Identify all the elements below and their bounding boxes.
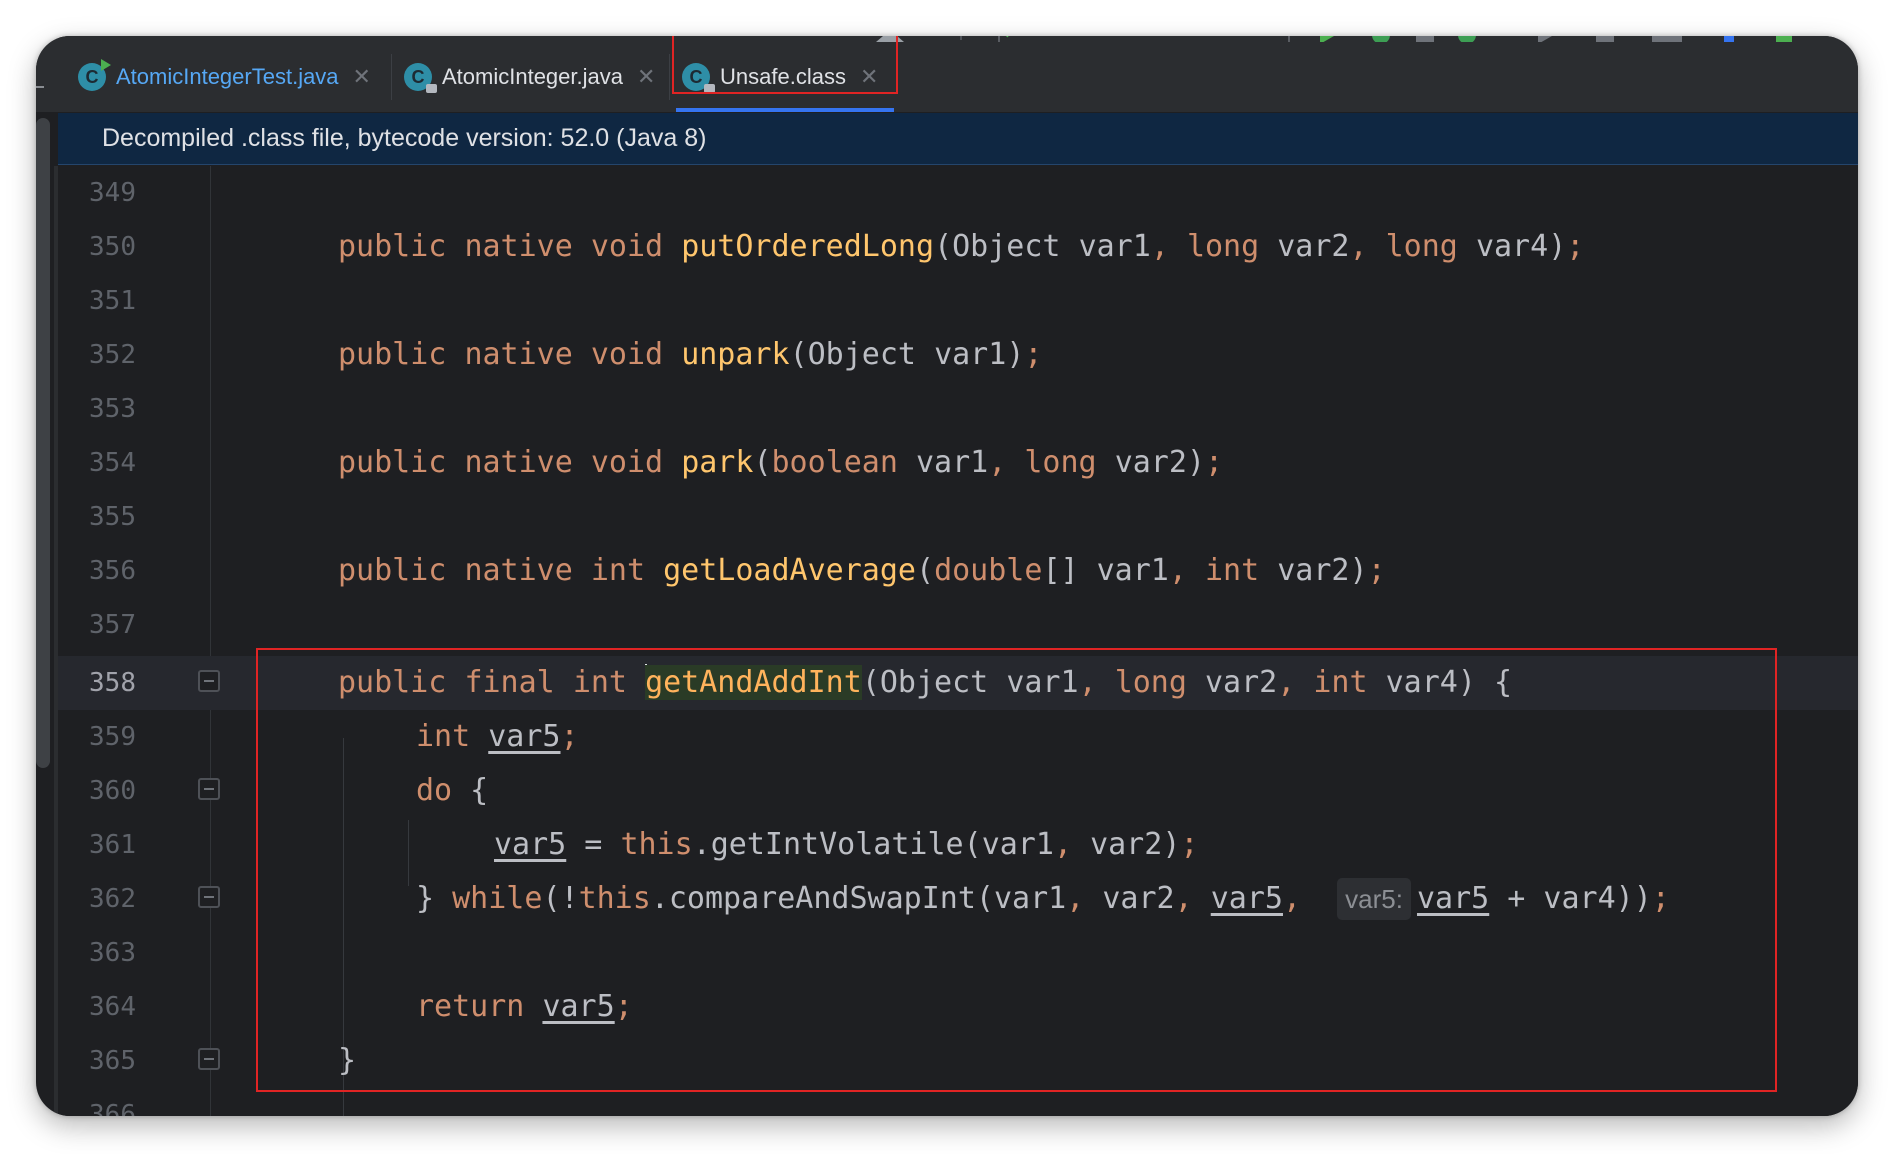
line-number: 358 — [89, 668, 136, 698]
line-number: 357 — [89, 610, 136, 640]
code-line: 350 public native void putOrderedLong(Ob… — [58, 220, 1858, 274]
vertical-scrollbar[interactable] — [36, 118, 50, 768]
tab-unsafe-class[interactable]: C Unsafe.class ✕ — [672, 36, 898, 112]
code-text[interactable]: public native void unpark(Object var1); — [338, 328, 1042, 382]
close-icon[interactable]: ✕ — [353, 64, 371, 90]
class-run-icon: C — [78, 59, 111, 91]
fold-expand-icon[interactable] — [198, 1048, 220, 1070]
line-number: 350 — [89, 232, 136, 262]
tab-atomicinteger[interactable]: C AtomicInteger.java ✕ — [394, 42, 670, 112]
toolbar-divider — [960, 36, 962, 40]
code-text[interactable]: public native int getLoadAverage(double[… — [338, 544, 1386, 598]
code-text[interactable]: public native void park(boolean var1, lo… — [338, 436, 1223, 490]
tab-separator — [391, 54, 392, 100]
code-line: 354 public native void park(boolean var1… — [58, 436, 1858, 490]
banner-text: Decompiled .class file, bytecode version… — [102, 124, 707, 152]
class-lock-icon: C — [404, 63, 437, 93]
ide-window: C AtomicIntegerTest.java ✕ C AtomicInteg… — [36, 36, 1858, 1116]
line-number: 363 — [89, 938, 136, 968]
line-number: 356 — [89, 556, 136, 586]
line-number: 353 — [89, 394, 136, 424]
code-line: 349 — [58, 166, 1858, 220]
line-number: 361 — [89, 830, 136, 860]
code-line: 353 — [58, 382, 1858, 436]
fold-expand-icon[interactable] — [198, 886, 220, 908]
fold-collapse-icon[interactable] — [198, 670, 220, 692]
tab-label: AtomicIntegerTest.java — [116, 64, 339, 89]
line-number: 349 — [89, 178, 136, 208]
code-line: 351 — [58, 274, 1858, 328]
active-tab-indicator — [676, 108, 894, 112]
line-number: 359 — [89, 722, 136, 752]
tab-highlight-box — [672, 36, 898, 94]
code-line: 366 — [58, 1088, 1858, 1116]
line-number: 355 — [89, 502, 136, 532]
line-number: 352 — [89, 340, 136, 370]
close-icon[interactable]: ✕ — [637, 64, 655, 90]
code-line: 355 — [58, 490, 1858, 544]
tab-label: AtomicInteger.java — [442, 64, 623, 89]
line-number: 365 — [89, 1046, 136, 1076]
editor-tab-bar: C AtomicIntegerTest.java ✕ C AtomicInteg… — [36, 36, 1858, 113]
method-highlight-box — [256, 648, 1777, 1092]
line-number: 351 — [89, 286, 136, 316]
tab-separator — [669, 54, 670, 100]
line-number: 362 — [89, 884, 136, 914]
tab-bar-edge — [36, 86, 44, 88]
line-number: 364 — [89, 992, 136, 1022]
code-line: 352 public native void unpark(Object var… — [58, 328, 1858, 382]
tab-atomicintegertest[interactable]: C AtomicIntegerTest.java ✕ — [68, 42, 392, 112]
fold-collapse-icon[interactable] — [198, 778, 220, 800]
decompiled-banner: Decompiled .class file, bytecode version… — [58, 113, 1858, 165]
line-number: 366 — [89, 1100, 136, 1116]
code-line: 356 public native int getLoadAverage(dou… — [58, 544, 1858, 598]
code-line: 357 — [58, 598, 1858, 652]
code-text[interactable]: public native void putOrderedLong(Object… — [338, 220, 1584, 274]
line-number: 360 — [89, 776, 136, 806]
line-number: 354 — [89, 448, 136, 478]
